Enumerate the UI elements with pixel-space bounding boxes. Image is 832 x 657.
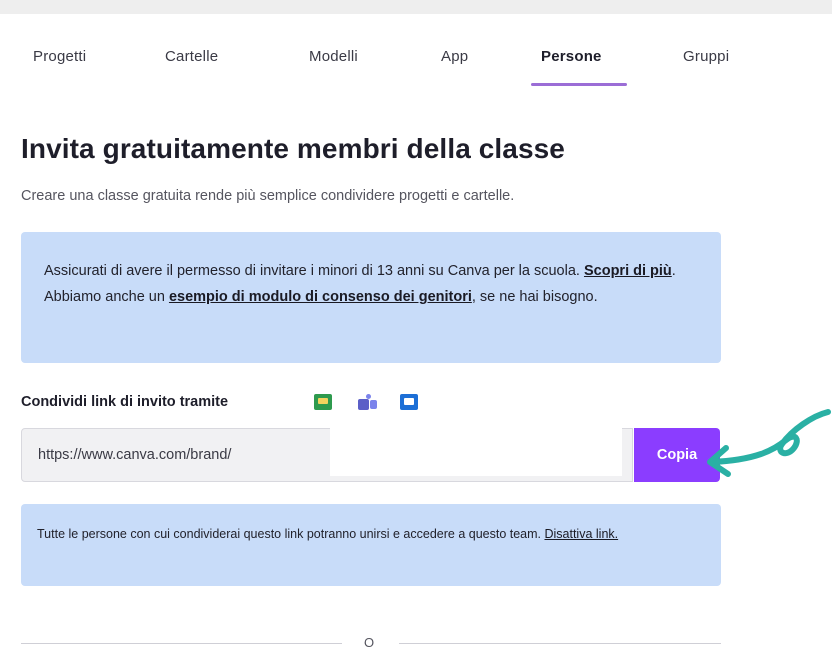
page-title: Invita gratuitamente membri della classe <box>21 133 565 164</box>
tab-persone[interactable]: Persone <box>541 48 602 65</box>
tab-progetti[interactable]: Progetti <box>33 48 86 65</box>
microsoft-teams-icon[interactable] <box>358 394 377 410</box>
parental-consent-form-link[interactable]: esempio di modulo di consenso dei genito… <box>169 289 472 305</box>
share-invite-label: Condividi link di invito tramite <box>21 394 229 410</box>
tab-cartelle[interactable]: Cartelle <box>165 48 218 65</box>
link-access-notice: Tutte le persone con cui condividerai qu… <box>21 504 721 586</box>
annotation-arrow-icon <box>707 409 831 477</box>
disable-link-link[interactable]: Disattiva link. <box>544 527 618 541</box>
divider-or-text: O <box>364 635 375 650</box>
minors-permission-notice: Assicurati di avere il permesso di invit… <box>21 232 721 363</box>
google-classroom-icon[interactable] <box>314 394 332 410</box>
redaction-overlay <box>330 418 622 476</box>
divider-right <box>399 643 721 644</box>
page-subtitle: Creare una classe gratuita rende più sem… <box>21 188 515 204</box>
tab-gruppi[interactable]: Gruppi <box>683 48 729 65</box>
learn-more-link[interactable]: Scopri di più <box>584 263 672 279</box>
notice-text-intro: Assicurati di avere il permesso di invit… <box>44 263 584 279</box>
message-icon[interactable] <box>400 394 418 410</box>
notice-text-end: , se ne hai bisogno. <box>471 289 598 305</box>
tab-app[interactable]: App <box>441 48 468 65</box>
active-tab-indicator <box>531 83 627 86</box>
link-access-text: Tutte le persone con cui condividerai qu… <box>37 527 545 541</box>
tab-bar: Progetti Cartelle Modelli App Persone Gr… <box>33 48 753 88</box>
divider-left <box>21 643 342 644</box>
tab-modelli[interactable]: Modelli <box>309 48 358 65</box>
